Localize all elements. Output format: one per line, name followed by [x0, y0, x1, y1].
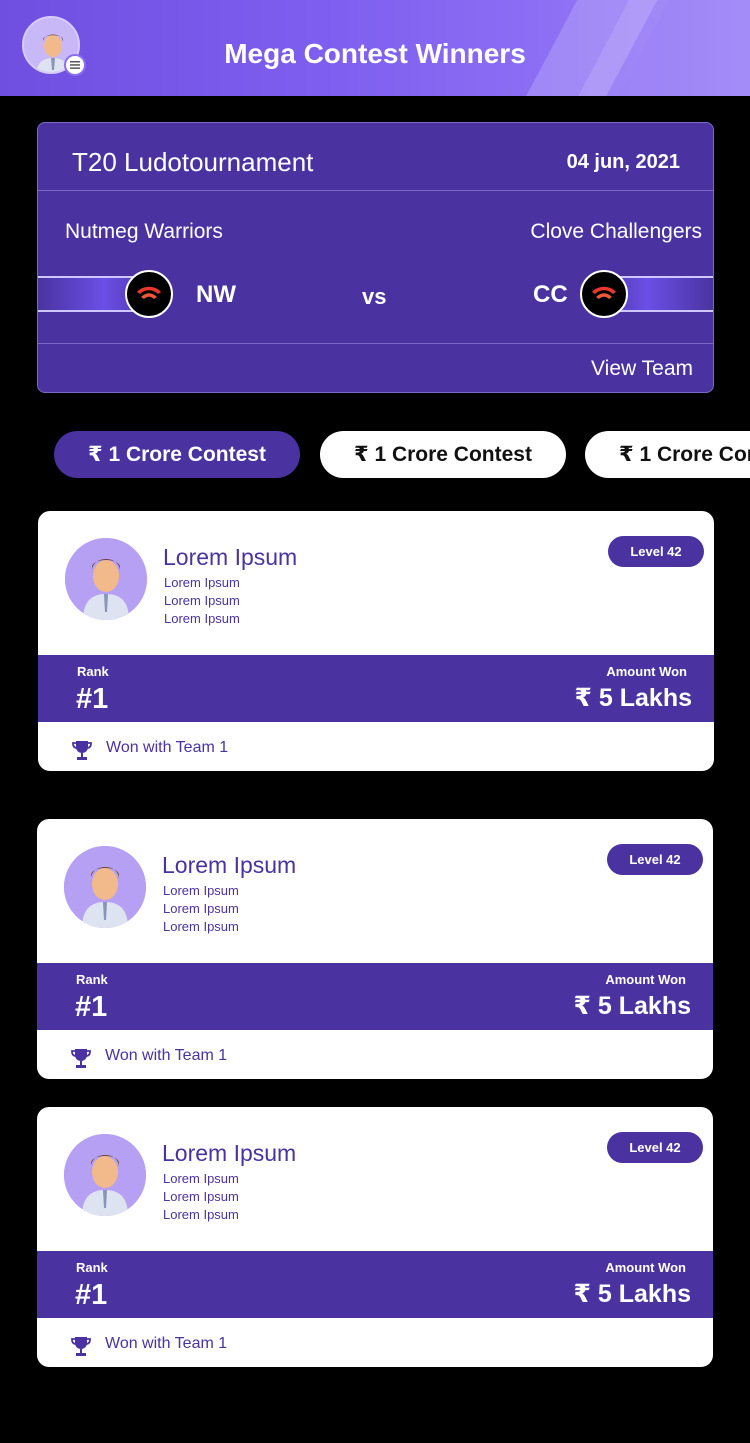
level-badge: Level 42 [607, 844, 703, 875]
won-with-team: Won with Team 1 [105, 1335, 228, 1352]
rank-value: #1 [75, 991, 108, 1023]
rank-band: Rank #1 Amount Won ₹ 5 Lakhs [37, 1251, 713, 1318]
team-right-name: Clove Challengers [530, 220, 702, 243]
rank-value: #1 [75, 1279, 108, 1311]
winner-card[interactable]: Lorem Ipsum Lorem Ipsum Lorem Ipsum Lore… [37, 819, 713, 1079]
rank-label: Rank [77, 664, 109, 679]
rank-label: Rank [76, 1260, 108, 1275]
winner-detail: Lorem Ipsum [163, 919, 239, 934]
amount-label: Amount Won [606, 664, 687, 679]
winner-name: Lorem Ipsum [162, 1140, 297, 1166]
tab-overflow-clip: ₹ 1 Crore Contest [585, 431, 750, 478]
rank-band: Rank #1 Amount Won ₹ 5 Lakhs [37, 963, 713, 1030]
level-badge: Level 42 [607, 1132, 703, 1163]
winner-avatar [65, 538, 147, 620]
tab-contest-2[interactable]: ₹ 1 Crore Contest [320, 431, 566, 478]
trophy-icon [70, 1335, 92, 1357]
team-left-abbr: NW [196, 281, 236, 308]
team-right-abbr: CC [533, 281, 568, 308]
amount-value: ₹ 5 Lakhs [573, 1280, 691, 1308]
match-card: T20 Ludotournament 04 jun, 2021 Nutmeg W… [37, 122, 714, 393]
winner-detail: Lorem Ipsum [164, 593, 240, 608]
winner-card[interactable]: Lorem Ipsum Lorem Ipsum Lorem Ipsum Lore… [37, 1107, 713, 1367]
amount-label: Amount Won [605, 1260, 686, 1275]
tournament-name: T20 Ludotournament [72, 147, 314, 177]
winner-name: Lorem Ipsum [162, 852, 297, 878]
winner-avatar [64, 846, 146, 928]
won-with-team: Won with Team 1 [106, 739, 229, 756]
winner-avatar [64, 1134, 146, 1216]
app-header: Mega Contest Winners [0, 0, 750, 96]
winner-name: Lorem Ipsum [163, 544, 298, 570]
tab-contest-3[interactable]: ₹ 1 Crore Contest [585, 431, 750, 478]
team-left-name: Nutmeg Warriors [65, 220, 223, 243]
winner-detail: Lorem Ipsum [163, 883, 239, 898]
winner-detail: Lorem Ipsum [163, 901, 239, 916]
won-with-team: Won with Team 1 [105, 1047, 228, 1064]
winner-detail: Lorem Ipsum [163, 1207, 239, 1222]
page-title: Mega Contest Winners [224, 38, 526, 69]
rank-value: #1 [76, 683, 109, 715]
winner-detail: Lorem Ipsum [163, 1189, 239, 1204]
match-date: 04 jun, 2021 [566, 151, 680, 173]
amount-value: ₹ 5 Lakhs [573, 992, 691, 1020]
winner-detail: Lorem Ipsum [164, 575, 240, 590]
view-team-link[interactable]: View Team [591, 357, 693, 381]
team-right-logo-icon [580, 270, 628, 318]
versus-label: vs [362, 284, 387, 309]
winner-card[interactable]: Lorem Ipsum Lorem Ipsum Lorem Ipsum Lore… [38, 511, 714, 771]
amount-value: ₹ 5 Lakhs [574, 684, 692, 712]
winner-detail: Lorem Ipsum [163, 1171, 239, 1186]
trophy-icon [70, 1047, 92, 1069]
level-badge: Level 42 [608, 536, 704, 567]
amount-label: Amount Won [605, 972, 686, 987]
team-left-logo-icon [125, 270, 173, 318]
rank-band: Rank #1 Amount Won ₹ 5 Lakhs [38, 655, 714, 722]
tab-contest-1[interactable]: ₹ 1 Crore Contest [54, 431, 300, 478]
trophy-icon [71, 739, 93, 761]
rank-label: Rank [76, 972, 108, 987]
divider [38, 190, 713, 191]
divider [38, 343, 713, 344]
winner-detail: Lorem Ipsum [164, 611, 240, 626]
